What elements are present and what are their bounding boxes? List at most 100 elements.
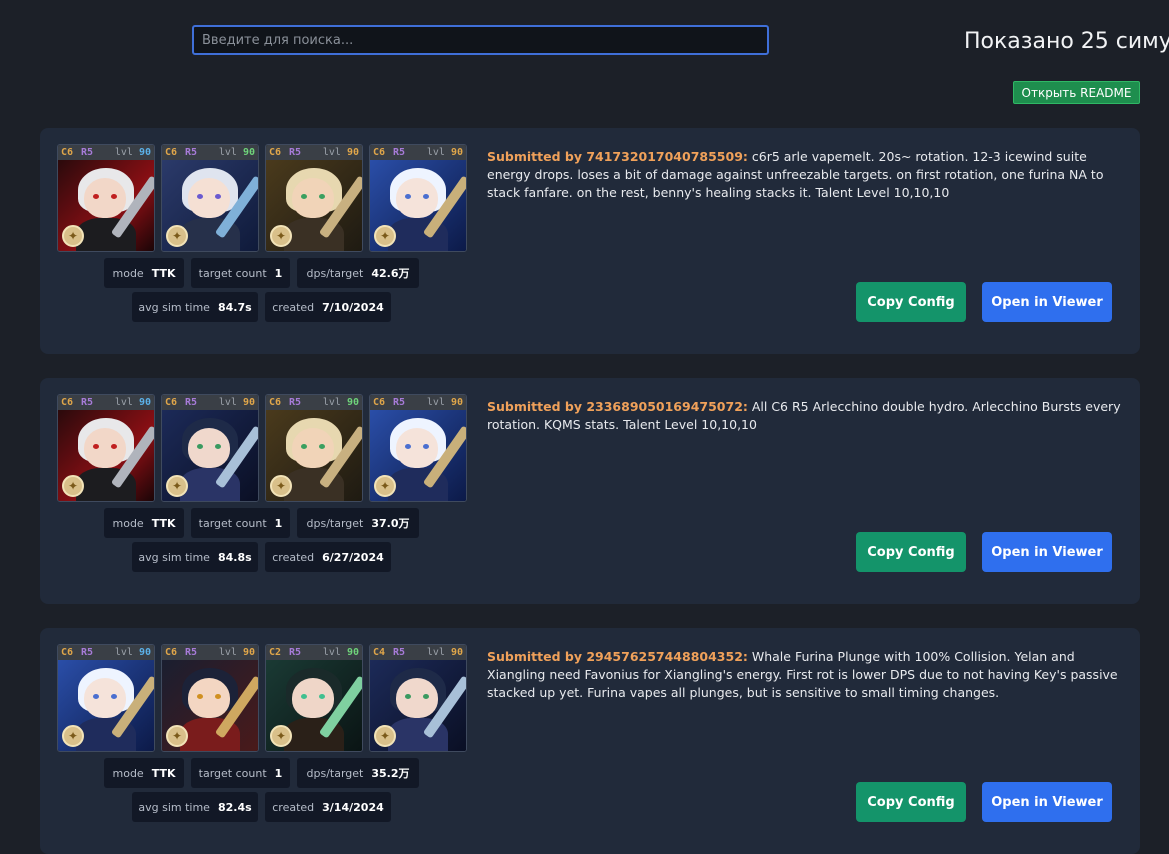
character-portrait[interactable]: C6 R5 lvl 90 ✦ (369, 144, 467, 252)
refinement-label: R5 (185, 397, 198, 408)
level-label: lvl 90 (322, 397, 359, 408)
level-label: lvl 90 (322, 647, 359, 658)
character-portrait[interactable]: C6 R5 lvl 90 ✦ (265, 394, 363, 502)
weapon-icon: ✦ (62, 475, 84, 497)
portrait-header: C6 R5 lvl 90 (266, 395, 362, 410)
weapon-icon: ✦ (374, 725, 396, 747)
ayaka-portrait-icon: ✦ (162, 160, 258, 251)
level-label: lvl 90 (218, 647, 255, 658)
level-label: lvl 90 (218, 147, 255, 158)
open-in-viewer-button[interactable]: Open in Viewer (982, 532, 1112, 572)
character-portrait[interactable]: C6 R5 lvl 90 ✦ (161, 394, 259, 502)
sim-card: C6 R5 lvl 90 ✦ C6 R5 lvl (40, 128, 1140, 354)
stat-dps: dps/target 35.2万 (297, 758, 419, 788)
refinement-label: R5 (185, 647, 198, 658)
constellation-label: C6 (61, 147, 74, 158)
character-portrait[interactable]: C4 R5 lvl 90 ✦ (369, 644, 467, 752)
portrait-header: C6 R5 lvl 90 (370, 395, 466, 410)
stat-created: created 7/10/2024 (265, 292, 391, 322)
weapon-icon: ✦ (166, 225, 188, 247)
stat-target-count: target count 1 (191, 258, 290, 288)
refinement-label: R5 (289, 147, 302, 158)
search-input[interactable] (192, 25, 769, 55)
character-portrait[interactable]: C6 R5 lvl 90 ✦ (265, 144, 363, 252)
constellation-label: C6 (61, 647, 74, 658)
portrait-header: C6 R5 lvl 90 (162, 645, 258, 660)
constellation-label: C6 (373, 397, 386, 408)
copy-config-button[interactable]: Copy Config (856, 282, 966, 322)
stat-dps: dps/target 37.0万 (297, 508, 419, 538)
weapon-icon: ✦ (270, 225, 292, 247)
constellation-label: C6 (165, 647, 178, 658)
sim-card: C6 R5 lvl 90 ✦ C6 R5 lvl (40, 628, 1140, 854)
portrait-header: C6 R5 lvl 90 (162, 395, 258, 410)
stat-created: created 6/27/2024 (265, 542, 391, 572)
level-label: lvl 90 (426, 647, 463, 658)
stat-target-count: target count 1 (191, 758, 290, 788)
constellation-label: C2 (269, 647, 282, 658)
character-portrait[interactable]: C2 R5 lvl 90 ✦ (265, 644, 363, 752)
furina-portrait-icon: ✦ (58, 660, 154, 751)
portrait-header: C6 R5 lvl 90 (162, 145, 258, 160)
furina-portrait-icon: ✦ (370, 410, 466, 501)
character-portrait[interactable]: C6 R5 lvl 90 ✦ (369, 394, 467, 502)
stat-mode: mode TTK (104, 258, 184, 288)
weapon-icon: ✦ (374, 225, 396, 247)
character-portrait[interactable]: C6 R5 lvl 90 ✦ (57, 644, 155, 752)
portrait-header: C2 R5 lvl 90 (266, 645, 362, 660)
portrait-header: C6 R5 lvl 90 (58, 145, 154, 160)
constellation-label: C6 (269, 397, 282, 408)
weapon-icon: ✦ (166, 475, 188, 497)
refinement-label: R5 (81, 397, 94, 408)
stat-avg-sim-time: avg sim time 84.7s (132, 292, 258, 322)
weapon-icon: ✦ (166, 725, 188, 747)
weapon-icon: ✦ (374, 475, 396, 497)
submitter-label: Submitted by 233689050169475072: (487, 399, 748, 414)
refinement-label: R5 (289, 647, 302, 658)
constellation-label: C6 (165, 147, 178, 158)
yelan-portrait-icon: ✦ (370, 660, 466, 751)
constellation-label: C6 (373, 147, 386, 158)
team-portraits: C6 R5 lvl 90 ✦ C6 R5 lvl (57, 394, 467, 502)
level-label: lvl 90 (426, 397, 463, 408)
team-portraits: C6 R5 lvl 90 ✦ C6 R5 lvl (57, 144, 467, 252)
bennett-portrait-icon: ✦ (266, 160, 362, 251)
yelan-portrait-icon: ✦ (162, 410, 258, 501)
level-label: lvl 90 (114, 647, 151, 658)
level-label: lvl 90 (114, 147, 151, 158)
xiangling-portrait-icon: ✦ (162, 660, 258, 751)
copy-config-button[interactable]: Copy Config (856, 532, 966, 572)
portrait-header: C4 R5 lvl 90 (370, 645, 466, 660)
character-portrait[interactable]: C6 R5 lvl 90 ✦ (57, 394, 155, 502)
open-in-viewer-button[interactable]: Open in Viewer (982, 782, 1112, 822)
copy-config-button[interactable]: Copy Config (856, 782, 966, 822)
results-count: Показано 25 симул (964, 29, 1169, 54)
level-label: lvl 90 (114, 397, 151, 408)
constellation-label: C6 (61, 397, 74, 408)
refinement-label: R5 (185, 147, 198, 158)
character-portrait[interactable]: C6 R5 lvl 90 ✦ (57, 144, 155, 252)
open-in-viewer-button[interactable]: Open in Viewer (982, 282, 1112, 322)
stat-avg-sim-time: avg sim time 84.8s (132, 542, 258, 572)
furina-portrait-icon: ✦ (370, 160, 466, 251)
stat-target-count: target count 1 (191, 508, 290, 538)
sim-description: Submitted by 233689050169475072: All C6 … (487, 398, 1127, 434)
refinement-label: R5 (81, 147, 94, 158)
arlecchino-portrait-icon: ✦ (58, 410, 154, 501)
weapon-icon: ✦ (270, 725, 292, 747)
refinement-label: R5 (393, 397, 406, 408)
stat-mode: mode TTK (104, 758, 184, 788)
arlecchino-portrait-icon: ✦ (58, 160, 154, 251)
constellation-label: C4 (373, 647, 386, 658)
portrait-header: C6 R5 lvl 90 (370, 145, 466, 160)
character-portrait[interactable]: C6 R5 lvl 90 ✦ (161, 144, 259, 252)
sim-description: Submitted by 294576257448804352: Whale F… (487, 648, 1127, 702)
refinement-label: R5 (289, 397, 302, 408)
refinement-label: R5 (393, 147, 406, 158)
character-portrait[interactable]: C6 R5 lvl 90 ✦ (161, 644, 259, 752)
refinement-label: R5 (81, 647, 94, 658)
level-label: lvl 90 (322, 147, 359, 158)
weapon-icon: ✦ (270, 475, 292, 497)
open-readme-button[interactable]: Открыть README (1013, 81, 1140, 104)
portrait-header: C6 R5 lvl 90 (266, 145, 362, 160)
